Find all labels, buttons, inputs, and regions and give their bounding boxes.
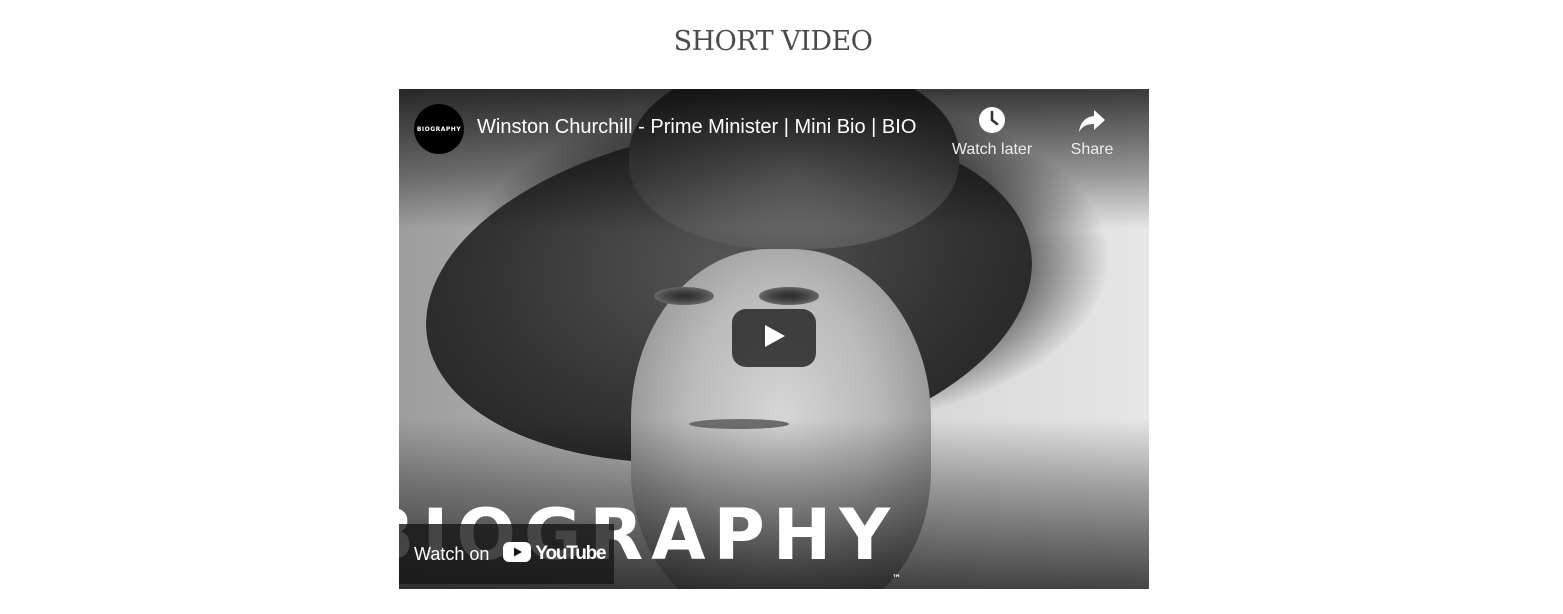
watch-on-youtube-button[interactable]: Watch on YouTube: [399, 524, 614, 584]
thumbnail-brand-tm: ™: [892, 574, 902, 584]
play-button[interactable]: [732, 309, 816, 367]
watch-later-button[interactable]: Watch later: [947, 105, 1037, 159]
thumbnail-right-eye: [759, 287, 819, 305]
share-arrow-icon: [1063, 105, 1121, 135]
youtube-logo-icon: [503, 541, 532, 567]
share-button[interactable]: Share: [1063, 105, 1121, 159]
youtube-logo: YouTube: [503, 541, 607, 567]
share-label: Share: [1070, 141, 1114, 158]
video-title-link[interactable]: Winston Churchill - Prime Minister | Min…: [477, 116, 937, 139]
clock-icon: [947, 105, 1037, 135]
channel-avatar[interactable]: BIOGRAPHY: [414, 104, 464, 154]
thumbnail-left-eye: [654, 287, 714, 305]
youtube-embed-player[interactable]: BIOGRAPHY™ BIOGRAPHY Winston Churchill -…: [399, 89, 1149, 589]
watch-on-label: Watch on: [414, 543, 490, 564]
youtube-wordmark: YouTube: [535, 543, 606, 564]
channel-avatar-label: BIOGRAPHY: [416, 125, 462, 133]
watch-later-label: Watch later: [951, 141, 1033, 158]
play-icon: [761, 323, 787, 354]
section-title: SHORT VIDEO: [673, 26, 873, 57]
